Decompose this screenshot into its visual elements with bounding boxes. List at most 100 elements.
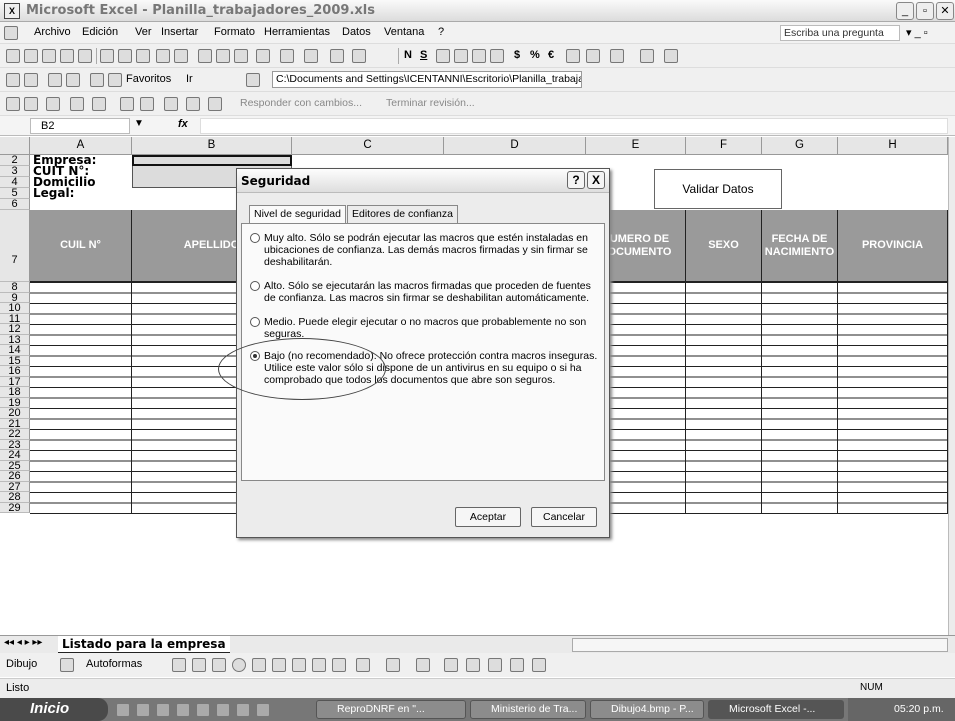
task-reprodnrf[interactable]: ReproDNRF en "...	[316, 700, 466, 719]
row-header[interactable]: 18	[0, 387, 30, 398]
column-header-b[interactable]: B	[132, 137, 292, 155]
option-medio[interactable]: Medio. Puede elegir ejecutar o no macros…	[250, 316, 600, 340]
workbook-icon[interactable]	[4, 26, 18, 40]
review-icon-9[interactable]	[186, 97, 200, 111]
cut-icon[interactable]	[198, 49, 212, 63]
column-header-g[interactable]: G	[762, 137, 838, 155]
sheet-tab-listado[interactable]: Listado para la empresa	[58, 636, 230, 653]
euro-button[interactable]: €	[548, 49, 554, 61]
underline-button[interactable]: S	[420, 49, 427, 61]
chevron-down-icon[interactable]: ▼	[134, 118, 144, 129]
row-header[interactable]: 26	[0, 471, 30, 482]
terminar-revision-button[interactable]: Terminar revisión...	[386, 97, 475, 109]
align-right-icon[interactable]	[472, 49, 486, 63]
review-icon-6[interactable]	[120, 97, 134, 111]
aceptar-button[interactable]: Aceptar	[455, 507, 521, 527]
quicklaunch-icon[interactable]	[176, 703, 190, 717]
row-header[interactable]: 28	[0, 492, 30, 503]
menu-archivo[interactable]: Archivo	[34, 26, 71, 38]
review-icon-3[interactable]	[46, 97, 60, 111]
quicklaunch-icon[interactable]	[256, 703, 270, 717]
column-header-f[interactable]: F	[686, 137, 762, 155]
review-icon-10[interactable]	[208, 97, 222, 111]
restore-button[interactable]: ▫	[916, 2, 934, 20]
row-header[interactable]: 20	[0, 408, 30, 419]
quicklaunch-icon[interactable]	[116, 703, 130, 717]
fill-color-icon[interactable]	[640, 49, 654, 63]
validar-datos-button[interactable]: Validar Datos	[654, 169, 782, 209]
increase-decimal-icon[interactable]	[566, 49, 580, 63]
row-header[interactable]: 8	[0, 282, 30, 293]
quicklaunch-icon[interactable]	[216, 703, 230, 717]
quicklaunch-icon[interactable]	[136, 703, 150, 717]
cancelar-button[interactable]: Cancelar	[531, 507, 597, 527]
open-icon[interactable]	[24, 49, 38, 63]
wordart-icon[interactable]	[272, 658, 286, 672]
row-header[interactable]: 7	[0, 210, 30, 282]
print-icon[interactable]	[100, 49, 114, 63]
spelling-icon[interactable]	[156, 49, 170, 63]
textbox-icon[interactable]	[252, 658, 266, 672]
vertical-scrollbar[interactable]	[948, 137, 955, 635]
sheet-nav-arrows[interactable]: ◂◂ ◂ ▸ ▸▸	[4, 637, 42, 648]
permission-icon[interactable]	[60, 49, 74, 63]
start-button[interactable]: Inicio	[0, 698, 108, 721]
review-icon-2[interactable]	[24, 97, 38, 111]
font-color-icon[interactable]	[416, 658, 430, 672]
currency-button[interactable]: $	[514, 49, 520, 61]
clipart-icon[interactable]	[312, 658, 326, 672]
row-header[interactable]: 14	[0, 345, 30, 356]
3d-icon[interactable]	[532, 658, 546, 672]
redo-icon[interactable]	[304, 49, 318, 63]
new-icon[interactable]	[6, 49, 20, 63]
rectangle-icon[interactable]	[212, 658, 226, 672]
ir-menu[interactable]: Ir	[186, 73, 193, 85]
column-header-e[interactable]: E	[586, 137, 686, 155]
menu-ventana[interactable]: Ventana	[384, 26, 424, 38]
paste-icon[interactable]	[234, 49, 248, 63]
review-icon-1[interactable]	[6, 97, 20, 111]
line-icon[interactable]	[172, 658, 186, 672]
research-icon[interactable]	[136, 49, 150, 63]
menu-herramientas[interactable]: Herramientas	[264, 26, 330, 38]
align-left-icon[interactable]	[436, 49, 450, 63]
research2-icon[interactable]	[174, 49, 188, 63]
review-icon-7[interactable]	[140, 97, 154, 111]
menu-insertar[interactable]: Insertar	[161, 26, 198, 38]
borders-icon[interactable]	[610, 49, 624, 63]
align-center-icon[interactable]	[454, 49, 468, 63]
radio-button[interactable]	[250, 281, 260, 291]
help-icon[interactable]: ?	[567, 171, 585, 189]
tab-editores-confianza[interactable]: Editores de confianza	[347, 205, 458, 224]
autoformas-menu[interactable]: Autoformas	[86, 658, 142, 670]
row-header[interactable]: 6	[0, 199, 30, 210]
fill-color-icon[interactable]	[356, 658, 370, 672]
menu-datos[interactable]: Datos	[342, 26, 371, 38]
responder-cambios-button[interactable]: Responder con cambios...	[240, 97, 362, 109]
stop-icon[interactable]	[48, 73, 62, 87]
sum-icon[interactable]	[352, 49, 366, 63]
arrow-style-icon[interactable]	[488, 658, 502, 672]
formula-input[interactable]	[200, 118, 948, 134]
row-header[interactable]: 22	[0, 429, 30, 440]
dialog-title-bar[interactable]: Seguridad ? X	[237, 169, 609, 193]
help-question-input[interactable]: Escriba una pregunta	[780, 25, 900, 41]
menu-ver[interactable]: Ver	[135, 26, 152, 38]
column-header-d[interactable]: D	[444, 137, 586, 155]
menu-formato[interactable]: Formato	[214, 26, 255, 38]
address-input[interactable]: C:\Documents and Settings\ICENTANNI\Escr…	[272, 71, 582, 88]
column-header-c[interactable]: C	[292, 137, 444, 155]
option-alto[interactable]: Alto. Sólo se ejecutarán las macros firm…	[250, 280, 600, 304]
favoritos-menu[interactable]: Favoritos	[126, 73, 171, 85]
tab-nivel-seguridad[interactable]: Nivel de seguridad	[249, 205, 346, 224]
menu-edicion[interactable]: Edición	[82, 26, 118, 38]
print-preview-icon[interactable]	[118, 49, 132, 63]
review-icon-4[interactable]	[70, 97, 84, 111]
row-header[interactable]: 10	[0, 303, 30, 314]
clock[interactable]: 05:20 p.m.	[894, 698, 944, 720]
line-style-icon[interactable]	[444, 658, 458, 672]
name-box[interactable]: B2	[30, 118, 130, 134]
dash-style-icon[interactable]	[466, 658, 480, 672]
row-header[interactable]: 29	[0, 502, 30, 513]
task-dibujo4[interactable]: Dibujo4.bmp - P...	[590, 700, 704, 719]
